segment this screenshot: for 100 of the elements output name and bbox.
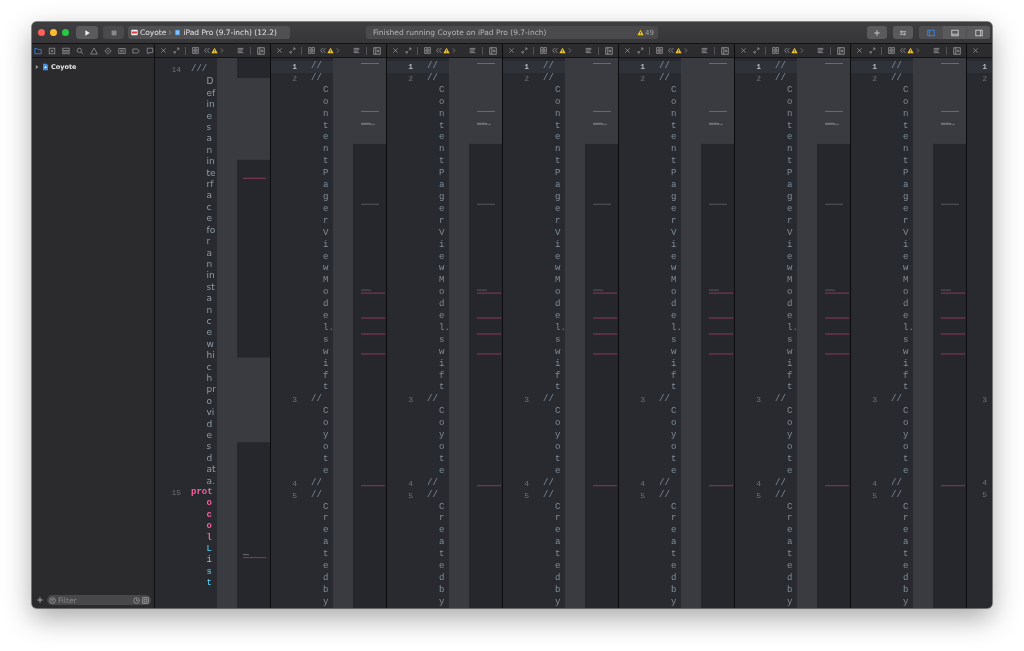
close-icon[interactable] [160,47,167,54]
hierarchy-icon[interactable] [62,46,70,55]
code-text: // Coyote [311,394,330,478]
code-text: // [311,61,323,73]
lines-icon[interactable] [816,47,825,54]
code-text: // ContentPagerViewModel.swift [659,72,678,394]
warning-icon[interactable] [791,47,798,54]
diamond-icon[interactable] [104,46,112,55]
line-number: 2 [755,72,762,85]
line-number: 2 [871,72,878,85]
expand-icon[interactable] [521,47,528,54]
code-text: // Coyote [427,394,446,478]
code-text: // [775,61,787,73]
lines-icon[interactable] [700,47,709,54]
grid-icon[interactable] [540,47,547,54]
code-text: // Coyote [659,394,678,478]
panel-layout-icon [926,28,935,37]
lines-icon[interactable] [932,47,941,54]
swap-arrows-icon [899,28,907,37]
expand-icon[interactable] [753,47,760,54]
debug-panel-button[interactable] [943,26,966,39]
grid-icon[interactable] [424,47,431,54]
split-editor-icon[interactable] [489,46,497,55]
code-review-button[interactable] [893,26,913,39]
warning-icon[interactable] [559,47,566,54]
code-text: // Created by [659,489,678,608]
grid-icon[interactable] [656,47,663,54]
expand-icon[interactable] [869,47,876,54]
line-number: 1 [871,61,878,73]
close-icon[interactable] [624,47,631,54]
clock-icon[interactable] [133,596,140,604]
close-icon[interactable] [392,47,399,54]
folder-icon[interactable] [34,46,42,55]
split-editor-icon[interactable] [837,46,845,55]
line-number: 4 [407,477,414,490]
grid-icon[interactable] [308,47,315,54]
run-button[interactable] [76,26,98,39]
grid-icon[interactable] [772,47,779,54]
expand-icon[interactable] [173,47,180,54]
line-number: 2 [981,73,988,85]
square-x-icon[interactable] [48,46,56,55]
plus-icon [873,28,881,37]
stop-button[interactable] [103,26,124,39]
code-text: // [427,61,439,73]
line-number: 2 [291,72,298,85]
search-icon[interactable] [76,46,84,55]
code-text: // [659,477,671,490]
zoom-button[interactable] [62,29,69,36]
minimize-button[interactable] [50,29,57,36]
warning-icon[interactable] [443,47,450,54]
code-text: // [543,477,555,490]
tag-icon[interactable] [132,46,140,55]
grid-icon[interactable] [192,47,199,54]
project-file-icon [42,62,49,71]
code-text: // Created by [775,489,794,608]
code-text: // Created by [311,489,330,608]
close-button[interactable] [38,29,45,36]
line-number: 5 [755,489,762,502]
warning-icon[interactable] [637,29,645,36]
split-editor-icon[interactable] [953,46,961,55]
expand-icon[interactable] [637,47,644,54]
lines-icon[interactable] [352,47,361,54]
expand-icon[interactable] [405,47,412,54]
code-text: // Created by [543,489,562,608]
library-button[interactable] [867,26,887,39]
code-text: // ContentPagerViewModel.swift [543,72,562,394]
close-icon[interactable] [856,47,863,54]
grid-icon[interactable] [888,47,895,54]
tablet-icon [174,29,182,36]
code-text: // Coyote [891,394,910,478]
warning-icon[interactable] [675,47,682,54]
expand-icon[interactable] [289,47,296,54]
split-editor-icon[interactable] [721,46,729,55]
close-icon[interactable] [972,47,979,54]
line-number: 5 [639,489,646,502]
split-editor-icon[interactable] [257,46,265,55]
lines-icon[interactable] [236,47,245,54]
close-icon[interactable] [276,47,283,54]
speech-bubble-icon[interactable] [146,46,154,55]
warning-icon[interactable] [211,47,218,54]
disclosure-triangle-icon[interactable] [34,63,40,70]
code-text: // [891,61,903,73]
split-editor-icon[interactable] [605,46,613,55]
line-number: 2 [523,72,530,85]
code-text: // ContentPagerViewModel.swift [311,72,330,394]
close-icon[interactable] [740,47,747,54]
line-number: 4 [981,477,988,489]
close-icon[interactable] [508,47,515,54]
line-number: 15 [170,487,182,499]
warning-icon[interactable] [327,47,334,54]
lines-icon[interactable] [584,47,593,54]
add-button[interactable] [36,596,44,604]
inspector-panel-button[interactable] [967,26,990,39]
warning-icon[interactable] [907,47,914,54]
split-editor-icon[interactable] [373,46,381,55]
lines-icon[interactable] [468,47,477,54]
line-number: 14 [170,64,182,76]
square-icon[interactable] [142,596,149,604]
line-number: 5 [291,489,298,502]
code-text: // [427,477,439,490]
